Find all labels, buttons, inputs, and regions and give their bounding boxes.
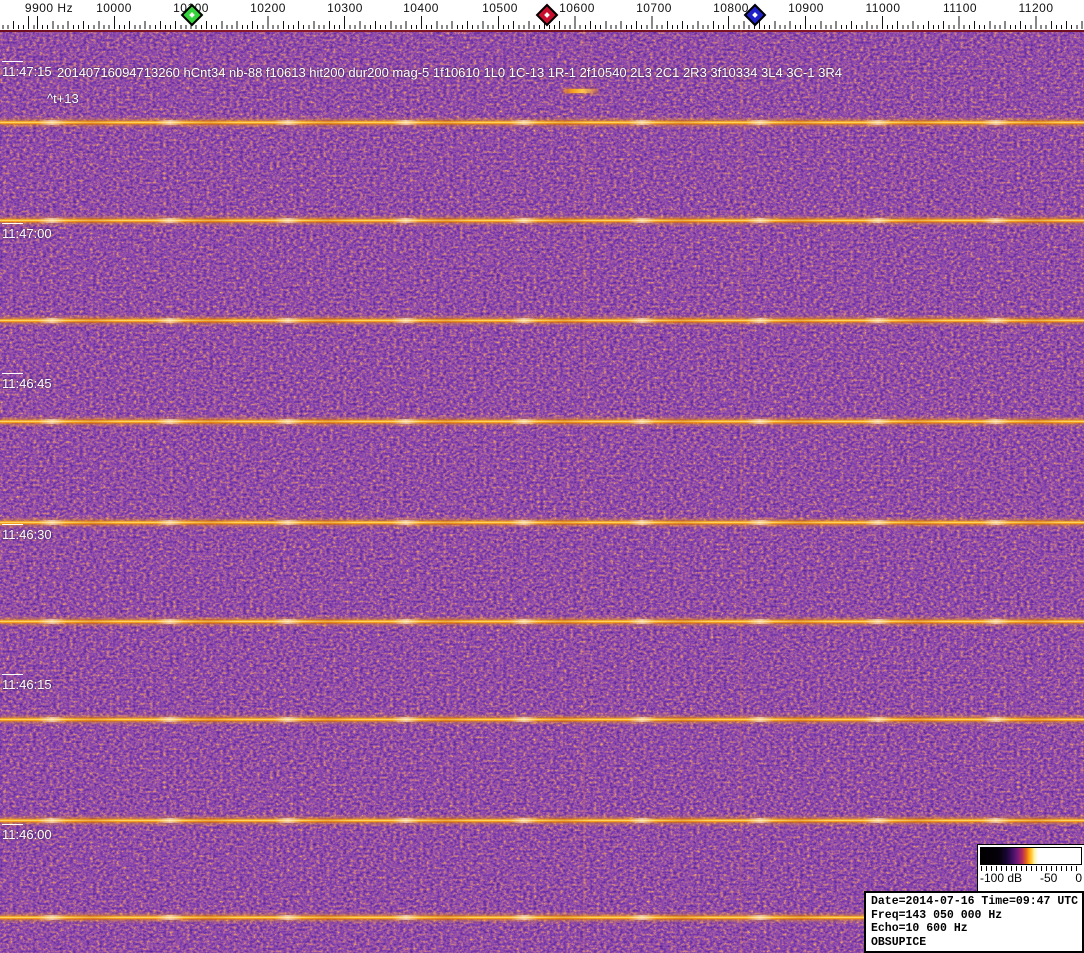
freq-tick-label: 10600 (559, 1, 595, 15)
spectrogram-app-window: 9900 Hz 10000 10100 10200 10300 10400 10… (0, 0, 1084, 953)
time-tick (2, 674, 23, 675)
color-scale-gradient (980, 847, 1082, 865)
freq-tick-label: 11200 (1018, 1, 1054, 15)
faint-vertical-carrier-line (583, 30, 585, 953)
periodic-echo-line (0, 120, 1084, 125)
info-station: OBSUPICE (871, 935, 927, 949)
time-shift-annotation: ^t+13 (47, 91, 79, 106)
freq-tick-label: 10200 (250, 1, 286, 15)
info-date-time: Date=2014-07-16 Time=09:47 UTC (871, 895, 1079, 908)
time-tick (2, 223, 23, 224)
time-row: 11:46:30 (2, 524, 52, 544)
time-label: 11:47:00 (2, 226, 52, 241)
freq-tick-label: 10800 (713, 1, 749, 15)
freq-tick-label: 11100 (942, 1, 978, 15)
time-row: 11:46:00 (2, 824, 52, 844)
time-label: 11:46:00 (2, 827, 52, 842)
time-row: 11:46:15 (2, 674, 52, 694)
color-scale: -100 dB -50 0 (977, 844, 1084, 892)
frequency-ruler: 9900 Hz 10000 10100 10200 10300 10400 10… (0, 0, 1084, 30)
periodic-echo-line (0, 619, 1084, 624)
periodic-echo-line (0, 520, 1084, 525)
time-row: 11:47:00 (2, 223, 52, 243)
periodic-echo-line (0, 818, 1084, 823)
freq-tick-label: 9900 Hz (24, 1, 74, 15)
freq-tick-label: 10300 (327, 1, 363, 15)
time-label: 11:46:30 (2, 527, 52, 542)
waterfall-noise-texture (0, 30, 1084, 953)
freq-tick-label: 10000 (96, 1, 132, 15)
scale-label-mid: -50 (1040, 871, 1058, 885)
time-tick (2, 824, 23, 825)
time-row: 11:46:45 (2, 373, 52, 393)
freq-tick-label: 10900 (788, 1, 824, 15)
periodic-echo-line (0, 419, 1084, 424)
time-label: 11:47:15 (2, 64, 52, 79)
color-scale-labels: -100 dB -50 0 (978, 871, 1084, 885)
periodic-echo-line (0, 218, 1084, 223)
spectrogram-waterfall[interactable]: 11:47:15 11:47:00 11:46:45 11:46:30 11:4… (0, 30, 1084, 953)
time-tick (2, 524, 23, 525)
info-box: Date=2014-07-16 Time=09:47 UTC Freq=143 … (864, 891, 1084, 953)
meteor-echo-streak (563, 89, 598, 93)
periodic-echo-line (0, 717, 1084, 722)
info-frequency: Freq=143 050 000 Hz (871, 908, 1003, 922)
waterfall-start-row (0, 30, 1084, 32)
scale-label-min: -100 dB (980, 871, 1023, 885)
time-row: 11:47:15 (2, 61, 52, 81)
time-tick (2, 373, 23, 374)
scale-label-max: 0 (1075, 871, 1082, 885)
freq-tick-label: 10400 (403, 1, 439, 15)
time-tick (2, 61, 23, 62)
faint-vertical-carrier-line (740, 30, 742, 953)
freq-tick-label: 11000 (865, 1, 901, 15)
freq-tick-label: 10500 (482, 1, 518, 15)
freq-tick-label: 10700 (636, 1, 672, 15)
time-label: 11:46:45 (2, 376, 52, 391)
time-label: 11:46:15 (2, 677, 52, 692)
info-echo: Echo=10 600 Hz (871, 922, 968, 935)
detection-annotation-text: 20140716094713260 hCnt34 nb-88 f10613 hi… (57, 65, 842, 80)
periodic-echo-line (0, 318, 1084, 323)
